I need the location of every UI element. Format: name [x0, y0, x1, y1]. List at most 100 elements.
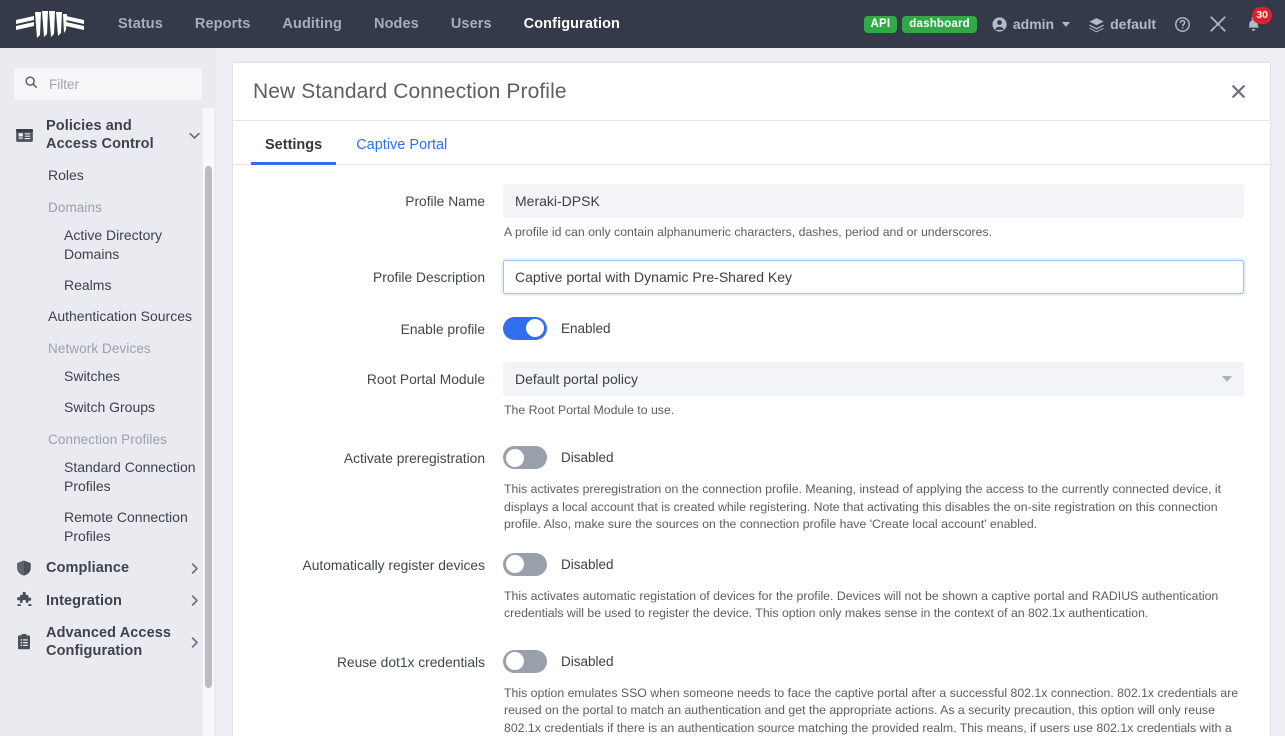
chevron-down-icon [1222, 376, 1232, 382]
help-circle-icon [1174, 16, 1191, 33]
automatically-register-devices-label: Automatically register devices [233, 548, 503, 623]
activate-preregistration-label: Activate preregistration [233, 441, 503, 534]
notification-count-badge: 30 [1252, 7, 1272, 24]
close-icon[interactable] [1220, 74, 1256, 110]
notifications-button[interactable]: 30 [1236, 11, 1271, 37]
search-icon [24, 75, 38, 94]
toggle-knob [506, 652, 524, 670]
sidebar-group-label: Compliance [46, 559, 175, 577]
settings-form: Profile Name Meraki-DPSK A profile id ca… [233, 166, 1271, 736]
profile-description-input[interactable]: Captive portal with Dynamic Pre-Shared K… [503, 260, 1244, 294]
api-badge[interactable]: API [864, 16, 898, 33]
enable-profile-label: Enable profile [233, 312, 503, 340]
sidebar-section-network-devices: Network Devices [0, 332, 216, 361]
root-portal-module-help: The Root Portal Module to use. [503, 396, 1244, 420]
nav-link-auditing[interactable]: Auditing [266, 10, 358, 38]
tab-captive-portal[interactable]: Captive Portal [342, 137, 461, 164]
sidebar-item-active-directory-domains[interactable]: Active Directory Domains [0, 220, 216, 270]
sidebar-group-label: Advanced Access Configuration [46, 624, 175, 660]
nav-link-users[interactable]: Users [435, 10, 508, 38]
toggle-knob [526, 319, 544, 337]
card-header: New Standard Connection Profile [233, 63, 1270, 121]
toggle-knob [506, 449, 524, 467]
help-button[interactable] [1165, 12, 1200, 37]
field-profile-name: Profile Name Meraki-DPSK A profile id ca… [233, 184, 1271, 242]
enable-profile-toggle[interactable] [503, 317, 547, 340]
field-enable-profile: Enable profile Enabled [233, 312, 1271, 340]
search-input[interactable] [47, 76, 197, 93]
sidebar-item-remote-connection-profiles[interactable]: Remote Connection Profiles [0, 502, 216, 552]
chevron-right-icon [187, 561, 202, 576]
profile-description-label: Profile Description [233, 260, 503, 294]
profile-name-help: A profile id can only contain alphanumer… [503, 218, 1244, 242]
sidebar-group-advanced-access-configuration[interactable]: Advanced Access Configuration [0, 617, 216, 667]
sidebar-section-domains: Domains [0, 191, 216, 220]
nav-link-status[interactable]: Status [102, 10, 179, 38]
tab-bar: Settings Captive Portal [233, 121, 1270, 165]
nav-link-nodes[interactable]: Nodes [358, 10, 435, 38]
root-portal-module-select[interactable]: Default portal policy [503, 362, 1244, 396]
sidebar-item-switch-groups[interactable]: Switch Groups [0, 392, 216, 423]
enable-profile-state: Enabled [561, 321, 611, 336]
field-profile-description: Profile Description Captive portal with … [233, 260, 1271, 294]
field-activate-preregistration: Activate preregistration Disabled This a… [233, 441, 1271, 534]
sidebar-scrollbar-thumb[interactable] [205, 166, 212, 688]
root-portal-module-value: Default portal policy [515, 371, 638, 387]
field-root-portal-module: Root Portal Module Default portal policy… [233, 362, 1271, 420]
main-nav-links: Status Reports Auditing Nodes Users Conf… [102, 10, 636, 38]
connection-profile-card: New Standard Connection Profile Settings… [232, 62, 1271, 736]
reuse-dot1x-credentials-label: Reuse dot1x credentials [233, 645, 503, 736]
sidebar-item-authentication-sources[interactable]: Authentication Sources [0, 301, 216, 332]
dashboard-badge[interactable]: dashboard [902, 16, 977, 33]
nav-right-cluster: API dashboard admin default [864, 11, 1285, 37]
tenant-label: default [1110, 16, 1156, 32]
top-navigation-bar: Status Reports Auditing Nodes Users Conf… [0, 0, 1285, 48]
sidebar-item-switches[interactable]: Switches [0, 361, 216, 392]
field-reuse-dot1x-credentials: Reuse dot1x credentials Disabled This op… [233, 645, 1271, 736]
sidebar-group-policies-and-access-control[interactable]: Policies and Access Control [0, 110, 216, 160]
activate-preregistration-help: This activates preregistration on the co… [503, 469, 1244, 534]
clipboard-icon [14, 633, 34, 651]
user-menu[interactable]: admin [982, 12, 1079, 37]
automatically-register-devices-toggle[interactable] [503, 553, 547, 576]
automatically-register-devices-help: This activates automatic registation of … [503, 576, 1244, 623]
shield-icon [14, 559, 34, 577]
sidebar: Policies and Access Control Roles Domain… [0, 48, 216, 736]
sidebar-group-label: Policies and Access Control [46, 117, 175, 153]
user-name-label: admin [1013, 16, 1054, 32]
sidebar-item-roles[interactable]: Roles [0, 160, 216, 191]
profile-name-input[interactable]: Meraki-DPSK [503, 184, 1244, 218]
tools-icon [1209, 15, 1227, 33]
packetfence-logo[interactable] [6, 0, 94, 48]
reuse-dot1x-credentials-help: This option emulates SSO when someone ne… [503, 673, 1244, 736]
chevron-right-icon [187, 593, 202, 608]
chevron-right-icon [187, 635, 202, 650]
user-circle-icon [991, 16, 1008, 33]
layers-icon [1088, 16, 1105, 33]
tab-settings[interactable]: Settings [251, 137, 336, 164]
field-automatically-register-devices: Automatically register devices Disabled … [233, 548, 1271, 623]
root-portal-module-label: Root Portal Module [233, 362, 503, 420]
tenant-menu[interactable]: default [1079, 12, 1165, 37]
automatically-register-devices-state: Disabled [561, 557, 614, 572]
puzzle-icon [14, 591, 34, 610]
activate-preregistration-toggle[interactable] [503, 446, 547, 469]
tools-button[interactable] [1200, 11, 1236, 37]
sidebar-filter[interactable] [14, 68, 202, 100]
main-content: New Standard Connection Profile Settings… [216, 48, 1285, 736]
sidebar-group-label: Integration [46, 592, 175, 610]
nav-link-configuration[interactable]: Configuration [508, 10, 636, 38]
activate-preregistration-state: Disabled [561, 450, 614, 465]
toggle-knob [506, 555, 524, 573]
chevron-down-icon [1062, 22, 1070, 27]
profile-name-label: Profile Name [233, 184, 503, 242]
sidebar-item-standard-connection-profiles[interactable]: Standard Connection Profiles [0, 452, 216, 502]
sidebar-group-compliance[interactable]: Compliance [0, 552, 216, 584]
reuse-dot1x-credentials-toggle[interactable] [503, 650, 547, 673]
page-title: New Standard Connection Profile [253, 80, 567, 104]
nav-link-reports[interactable]: Reports [179, 10, 267, 38]
sidebar-item-realms[interactable]: Realms [0, 270, 216, 301]
sidebar-section-connection-profiles: Connection Profiles [0, 423, 216, 452]
sidebar-group-integration[interactable]: Integration [0, 584, 216, 617]
chevron-down-icon [187, 128, 202, 143]
